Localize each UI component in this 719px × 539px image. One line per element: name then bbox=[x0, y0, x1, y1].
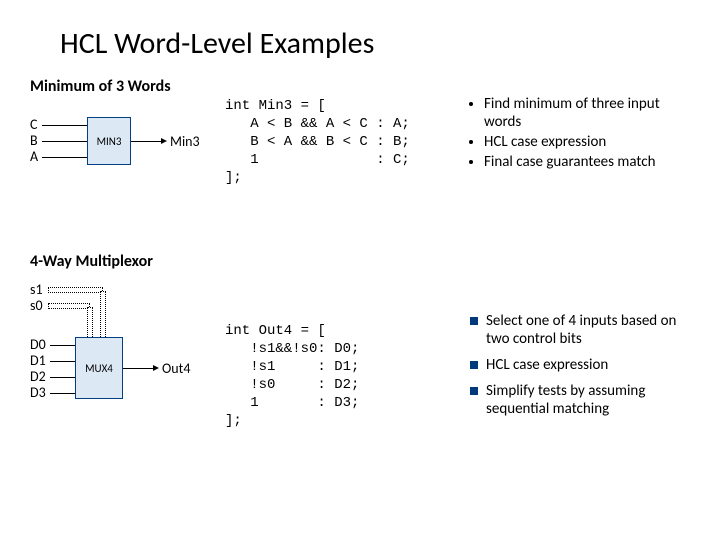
bullet-item: Find minimum of three input words bbox=[484, 95, 700, 131]
min3-input-b: B bbox=[30, 133, 38, 149]
mux4-select-s1: s1 bbox=[30, 282, 43, 298]
bullet-text: Select one of 4 inputs based on two cont… bbox=[486, 312, 700, 348]
bullet-item: HCL case expression bbox=[470, 356, 700, 374]
bullet-item: Simplify tests by assuming sequential ma… bbox=[470, 382, 700, 418]
mux4-input-d3: D3 bbox=[30, 385, 46, 401]
bullet-item: Final case guarantees match bbox=[484, 153, 700, 171]
wire bbox=[131, 141, 161, 142]
wire bbox=[42, 157, 87, 158]
dotted-wire bbox=[87, 307, 93, 337]
wire bbox=[50, 361, 75, 362]
min3-input-a: A bbox=[30, 149, 38, 165]
min3-block: MIN3 bbox=[87, 117, 131, 165]
wire bbox=[123, 368, 153, 369]
mux4-input-d2: D2 bbox=[30, 369, 46, 385]
wire bbox=[50, 393, 75, 394]
arrow-right-icon bbox=[161, 138, 167, 144]
mux4-input-d1: D1 bbox=[30, 353, 46, 369]
min3-output-label: Min3 bbox=[170, 133, 200, 150]
mux4-code: int Out4 = [ !s1&&!s0: D0; !s1 : D1; !s0… bbox=[225, 322, 359, 430]
mux4-inputs: D0 D1 D2 D3 bbox=[30, 337, 46, 401]
square-bullet-icon bbox=[470, 361, 478, 369]
bullet-item: HCL case expression bbox=[484, 133, 700, 151]
dotted-wire bbox=[48, 303, 90, 309]
mux4-select-s0: s0 bbox=[30, 298, 43, 314]
min3-block-label: MIN3 bbox=[97, 135, 122, 148]
square-bullet-icon bbox=[470, 317, 478, 325]
mux4-input-d0: D0 bbox=[30, 337, 46, 353]
mux4-selects: s1 s0 bbox=[30, 282, 43, 314]
min3-input-c: C bbox=[30, 117, 38, 133]
min3-code: int Min3 = [ A < B && A < C : A; B < A &… bbox=[225, 97, 410, 187]
arrow-right-icon bbox=[153, 365, 159, 371]
mux4-output-label: Out4 bbox=[162, 360, 190, 377]
wire bbox=[42, 125, 87, 126]
bullet-text: Simplify tests by assuming sequential ma… bbox=[486, 382, 700, 418]
mux4-block: MUX4 bbox=[75, 337, 123, 399]
min3-inputs: C B A bbox=[30, 117, 38, 165]
wire bbox=[50, 345, 75, 346]
wire bbox=[50, 377, 75, 378]
subtitle-min3: Minimum of 3 Words bbox=[30, 77, 689, 96]
square-bullet-icon bbox=[470, 387, 478, 395]
dotted-wire bbox=[100, 291, 106, 337]
section-min3: Minimum of 3 Words C B A MIN3 Min3 int M… bbox=[30, 77, 689, 252]
mux4-bullets: Select one of 4 inputs based on two cont… bbox=[470, 312, 700, 426]
bullet-item: Select one of 4 inputs based on two cont… bbox=[470, 312, 700, 348]
bullet-text: HCL case expression bbox=[486, 356, 608, 374]
mux4-block-label: MUX4 bbox=[85, 362, 113, 375]
section-mux4: 4-Way Multiplexor s1 s0 D0 D1 D2 D3 MUX4… bbox=[30, 252, 689, 452]
min3-bullets: Find minimum of three input words HCL ca… bbox=[470, 95, 700, 173]
subtitle-mux4: 4-Way Multiplexor bbox=[30, 252, 689, 271]
dotted-wire bbox=[48, 287, 103, 293]
wire bbox=[42, 141, 87, 142]
page-title: HCL Word-Level Examples bbox=[60, 25, 689, 62]
